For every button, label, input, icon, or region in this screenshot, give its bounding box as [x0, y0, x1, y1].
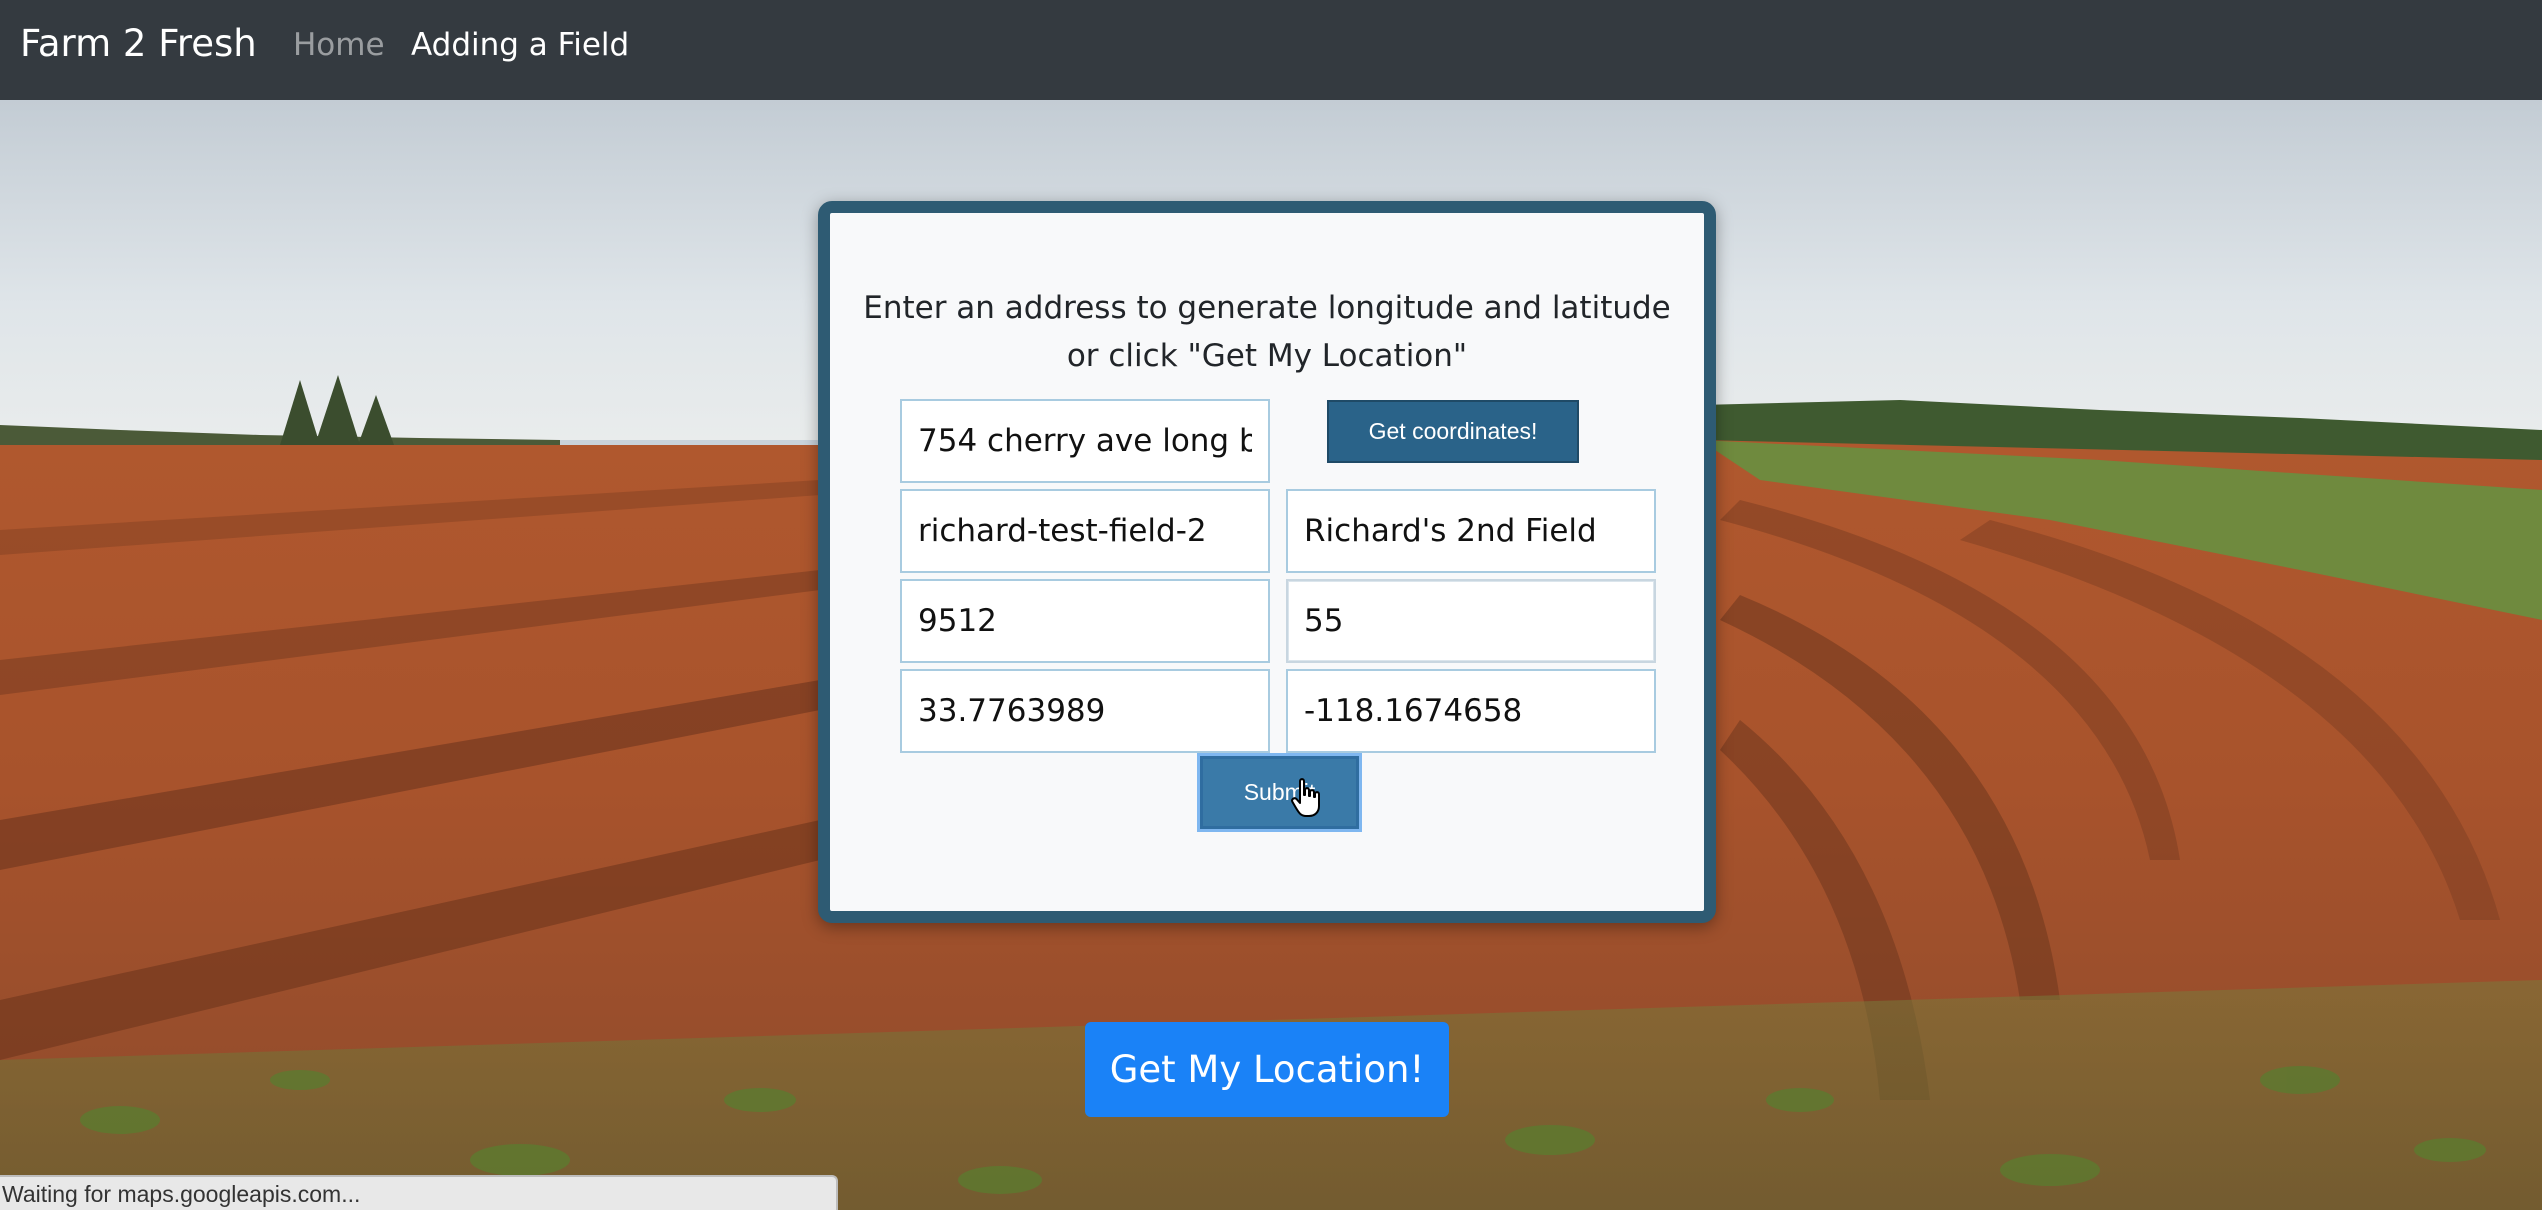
address-input[interactable]: [900, 399, 1270, 483]
submit-button[interactable]: Submit: [1197, 753, 1362, 832]
instructions-text: Enter an address to generate longitude a…: [830, 284, 1704, 380]
brand-logo-text[interactable]: Farm 2 Fresh: [20, 22, 257, 65]
navbar: Farm 2 Fresh Home Adding a Field: [0, 0, 2542, 100]
browser-status-bar: Waiting for maps.googleapis.com...: [0, 1175, 838, 1210]
instructions-line-2: or click "Get My Location": [1066, 338, 1468, 374]
add-field-card: Enter an address to generate longitude a…: [818, 201, 1716, 923]
latitude-input[interactable]: [900, 669, 1270, 753]
field-id-input[interactable]: [900, 489, 1270, 573]
field-name-input[interactable]: [1286, 489, 1656, 573]
field-size-input[interactable]: [1286, 579, 1656, 663]
hand-pointer-icon: [1291, 778, 1320, 817]
instructions-line-1: Enter an address to generate longitude a…: [863, 290, 1671, 326]
get-my-location-button[interactable]: Get My Location!: [1085, 1022, 1449, 1117]
get-coordinates-button[interactable]: Get coordinates!: [1327, 400, 1579, 463]
nav-link-adding-field[interactable]: Adding a Field: [411, 27, 629, 63]
longitude-input[interactable]: [1286, 669, 1656, 753]
field-number-input[interactable]: [900, 579, 1270, 663]
nav-link-home[interactable]: Home: [293, 27, 385, 63]
